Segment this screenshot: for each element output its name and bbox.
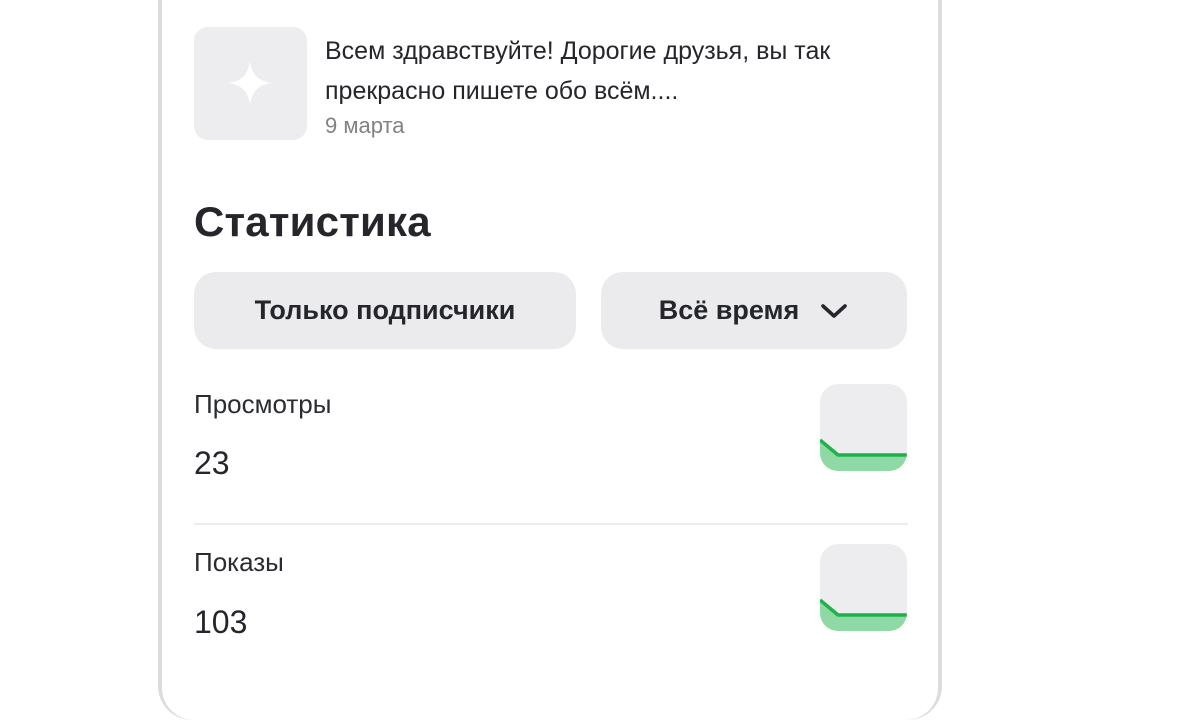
impressions-sparkline[interactable]: [820, 544, 907, 631]
views-label: Просмотры: [194, 389, 332, 419]
period-filter-dropdown[interactable]: Всё время: [601, 272, 907, 349]
post-card[interactable]: Всем здравствуйте! Дорогие друзья, вы та…: [194, 27, 908, 141]
audience-filter-label: Только подписчики: [254, 295, 516, 325]
period-filter-label: Всё время: [658, 295, 800, 325]
views-value: 23: [194, 445, 230, 481]
post-date: 9 марта: [325, 113, 405, 138]
impressions-label: Показы: [194, 547, 284, 577]
views-sparkline[interactable]: [820, 384, 907, 471]
statistics-title: Статистика: [194, 198, 431, 245]
impressions-value: 103: [194, 604, 248, 640]
sparkle-icon: [228, 61, 272, 105]
divider: [194, 523, 908, 525]
chevron-down-icon: [819, 301, 849, 321]
post-text: Всем здравствуйте! Дорогие друзья, вы та…: [325, 37, 831, 105]
post-thumbnail: [194, 27, 307, 140]
audience-filter-button[interactable]: Только подписчики: [194, 272, 576, 349]
